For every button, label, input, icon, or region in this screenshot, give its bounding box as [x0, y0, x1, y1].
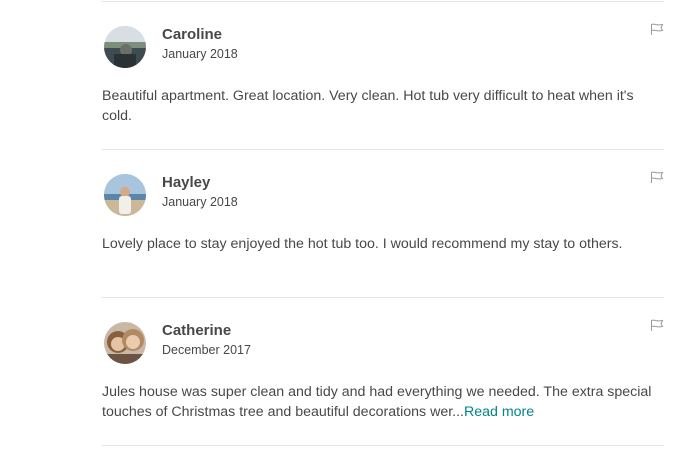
review-text: Jules house was super clean and tidy and… [102, 382, 662, 422]
reviews-section: Caroline January 2018 Beautiful apartmen… [0, 0, 685, 463]
reviewer-name[interactable]: Caroline [162, 26, 222, 44]
divider [102, 149, 664, 150]
review-text: Lovely place to stay enjoyed the hot tub… [102, 236, 623, 252]
flag-icon[interactable] [650, 22, 664, 36]
avatar[interactable] [104, 174, 146, 216]
avatar[interactable] [104, 26, 146, 68]
reviewer-name[interactable]: Hayley [162, 174, 210, 192]
divider [102, 1, 664, 2]
review-date: January 2018 [162, 47, 238, 61]
divider [102, 297, 664, 298]
read-more-link[interactable]: Read more [464, 404, 534, 420]
review-text-body: Jules house was super clean and tidy and… [102, 384, 652, 420]
flag-icon[interactable] [650, 318, 664, 332]
review-date: January 2018 [162, 195, 238, 209]
avatar[interactable] [104, 322, 146, 364]
review-text: Beautiful apartment. Great location. Ver… [102, 88, 634, 124]
reviewer-name[interactable]: Catherine [162, 322, 231, 340]
review-date: December 2017 [162, 343, 251, 357]
divider [102, 445, 664, 446]
flag-icon[interactable] [650, 170, 664, 184]
